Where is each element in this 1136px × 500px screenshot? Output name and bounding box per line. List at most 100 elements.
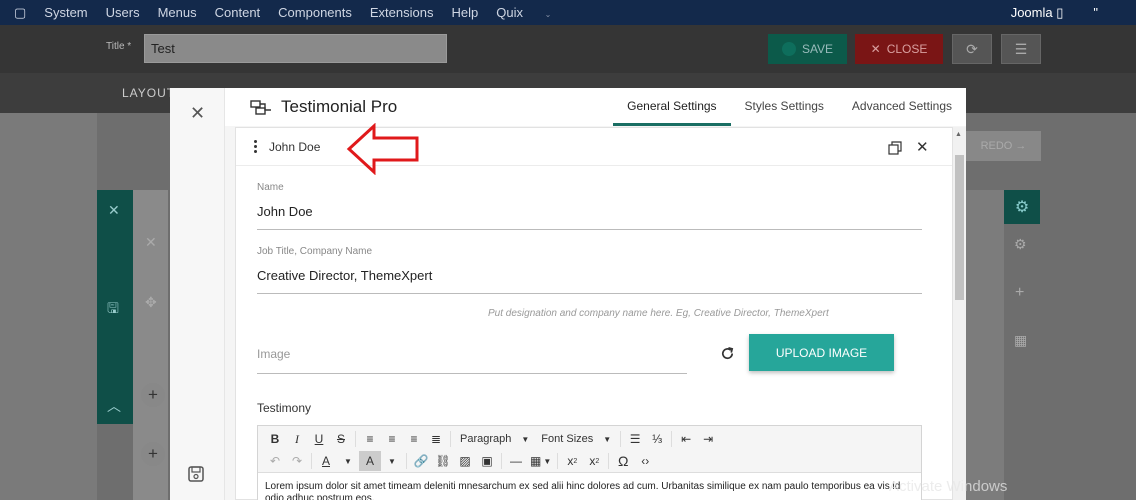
admin-menu-bar: ▢ System Users Menus Content Components … [0, 0, 1136, 25]
settings-gear-icon[interactable]: ⚙ [1004, 190, 1040, 224]
menu-button[interactable]: ☰ [1001, 34, 1041, 64]
menu-quix[interactable]: Quix ⌄ [496, 5, 569, 21]
sync-icon: ⟳ [966, 40, 978, 57]
save-icon[interactable]: 🖫 [107, 298, 119, 322]
image-icon[interactable]: ▨ [454, 451, 476, 471]
tab-styles-settings[interactable]: Styles Settings [731, 88, 838, 126]
close-button-label: CLOSE [886, 42, 928, 56]
testimony-editor: B I U S ≡ ≡ ≡ ≣ Paragraph ▼ Font Sizes ▼ ☰… [257, 425, 922, 500]
text-color-icon[interactable]: A [315, 451, 337, 471]
bullet-list-icon[interactable]: ☰ [624, 429, 646, 449]
testimony-text[interactable]: Lorem ipsum dolor sit amet timeam deleni… [265, 481, 905, 500]
admin-menu: ▢ System Users Menus Content Components … [14, 5, 587, 21]
redo-icon[interactable]: ↷ [286, 451, 308, 471]
scroll-up-icon[interactable]: ▲ [955, 131, 962, 138]
user-menu-icon[interactable]: " [1093, 5, 1098, 21]
modal-sidebar: ✕ [170, 88, 225, 500]
superscript-icon[interactable]: x2 [583, 451, 605, 471]
site-link[interactable]: Joomla ▯ [1011, 5, 1064, 21]
element-settings-modal: ✕ Testimonial Pro General Settings Style… [170, 88, 966, 500]
horizontal-rule-icon[interactable]: — [505, 451, 527, 471]
drag-handle-icon[interactable] [254, 140, 258, 155]
close-button[interactable]: ✕ CLOSE [855, 34, 943, 64]
menu-system[interactable]: System [44, 5, 87, 21]
grid-icon[interactable]: ▦ [1014, 332, 1027, 349]
sync-button[interactable]: ⟳ [952, 34, 992, 64]
settings-tabs: General Settings Styles Settings Advance… [613, 88, 966, 126]
table-icon[interactable]: ▦ ▼ [527, 451, 554, 471]
name-field[interactable]: John Doe [257, 204, 313, 219]
menu-components[interactable]: Components [278, 5, 352, 21]
testimonial-item-panel: John Doe ✕ Name John Doe Job Title, Comp… [235, 127, 953, 500]
numbered-list-icon[interactable]: ⅓ [646, 429, 668, 449]
unlink-icon[interactable]: ⛓ [432, 451, 454, 471]
source-code-icon[interactable]: ‹› [634, 451, 656, 471]
remove-item-icon[interactable]: ✕ [916, 138, 929, 156]
scroll-thumb[interactable] [955, 155, 964, 300]
paragraph-dropdown[interactable]: Paragraph ▼ [454, 433, 535, 445]
caret-down-icon[interactable]: ▼ [337, 451, 359, 471]
annotation-arrow-icon [346, 122, 420, 180]
bold-button[interactable]: B [264, 429, 286, 449]
title-label: Title * [106, 41, 132, 52]
chevron-up-icon[interactable]: ︿ [107, 396, 121, 416]
save-button[interactable]: SAVE [768, 34, 847, 64]
name-label: Name [257, 182, 284, 193]
link-icon[interactable]: 🔗 [410, 451, 432, 471]
chevron-down-icon: ⌄ [544, 10, 552, 19]
image-field[interactable]: Image [257, 347, 290, 361]
plus-icon[interactable]: + [1015, 284, 1024, 302]
menu-extensions[interactable]: Extensions [370, 5, 434, 21]
joomla-icon[interactable]: ▢ [14, 5, 26, 21]
add-section-button[interactable]: + [141, 383, 165, 407]
media-icon[interactable]: ▣ [476, 451, 498, 471]
close-icon[interactable]: ✕ [190, 103, 205, 124]
caret-down-icon: ▼ [603, 434, 612, 444]
image-field-underline [257, 373, 687, 374]
element-panel [966, 190, 1004, 500]
close-icon[interactable]: ✕ [145, 234, 157, 251]
menu-users[interactable]: Users [106, 5, 140, 21]
redo-button[interactable]: REDO → [966, 131, 1041, 161]
align-right-icon[interactable]: ≡ [403, 429, 425, 449]
job-title-field[interactable]: Creative Director, ThemeXpert [257, 268, 432, 283]
refresh-icon[interactable] [720, 346, 735, 366]
align-left-icon[interactable]: ≡ [359, 429, 381, 449]
save-button-label: SAVE [801, 42, 834, 56]
activate-windows-watermark: Activate Windows [889, 478, 1008, 495]
save-icon[interactable] [188, 466, 204, 487]
title-input[interactable]: Test [144, 34, 447, 63]
caret-down-icon[interactable]: ▼ [381, 451, 403, 471]
section-toolbar: ✕ 🖫 ︿ [97, 190, 133, 424]
align-justify-icon[interactable]: ≣ [425, 429, 447, 449]
tab-layout[interactable]: LAYOUT [122, 86, 175, 100]
redo-label: REDO [980, 140, 1013, 152]
job-title-hint: Put designation and company name here. E… [488, 308, 829, 319]
subscript-icon[interactable]: x2 [561, 451, 583, 471]
tab-general-settings[interactable]: General Settings [613, 88, 731, 126]
tab-advanced-settings[interactable]: Advanced Settings [838, 88, 966, 126]
menu-menus[interactable]: Menus [158, 5, 197, 21]
underline-button[interactable]: U [308, 429, 330, 449]
item-header[interactable]: John Doe ✕ [236, 128, 952, 166]
undo-icon[interactable]: ↶ [264, 451, 286, 471]
font-sizes-dropdown-label: Font Sizes [541, 433, 594, 445]
font-sizes-dropdown[interactable]: Font Sizes ▼ [535, 433, 617, 445]
duplicate-icon[interactable] [888, 141, 902, 160]
gear-icon[interactable]: ⚙ [1014, 236, 1027, 253]
move-icon[interactable]: ✥ [145, 294, 157, 311]
outdent-icon[interactable]: ⇤ [675, 429, 697, 449]
add-row-button[interactable]: + [141, 442, 165, 466]
italic-button[interactable]: I [286, 429, 308, 449]
upload-image-button[interactable]: UPLOAD IMAGE [749, 334, 894, 371]
background-color-icon[interactable]: A [359, 451, 381, 471]
indent-icon[interactable]: ⇥ [697, 429, 719, 449]
menu-content[interactable]: Content [215, 5, 261, 21]
strikethrough-button[interactable]: S [330, 429, 352, 449]
align-center-icon[interactable]: ≡ [381, 429, 403, 449]
close-icon[interactable]: ✕ [108, 202, 120, 219]
hamburger-icon: ☰ [1014, 40, 1028, 57]
menu-help[interactable]: Help [451, 5, 478, 21]
modal-scrollbar[interactable]: ▲ [953, 127, 966, 500]
special-character-icon[interactable]: Ω [612, 451, 634, 471]
